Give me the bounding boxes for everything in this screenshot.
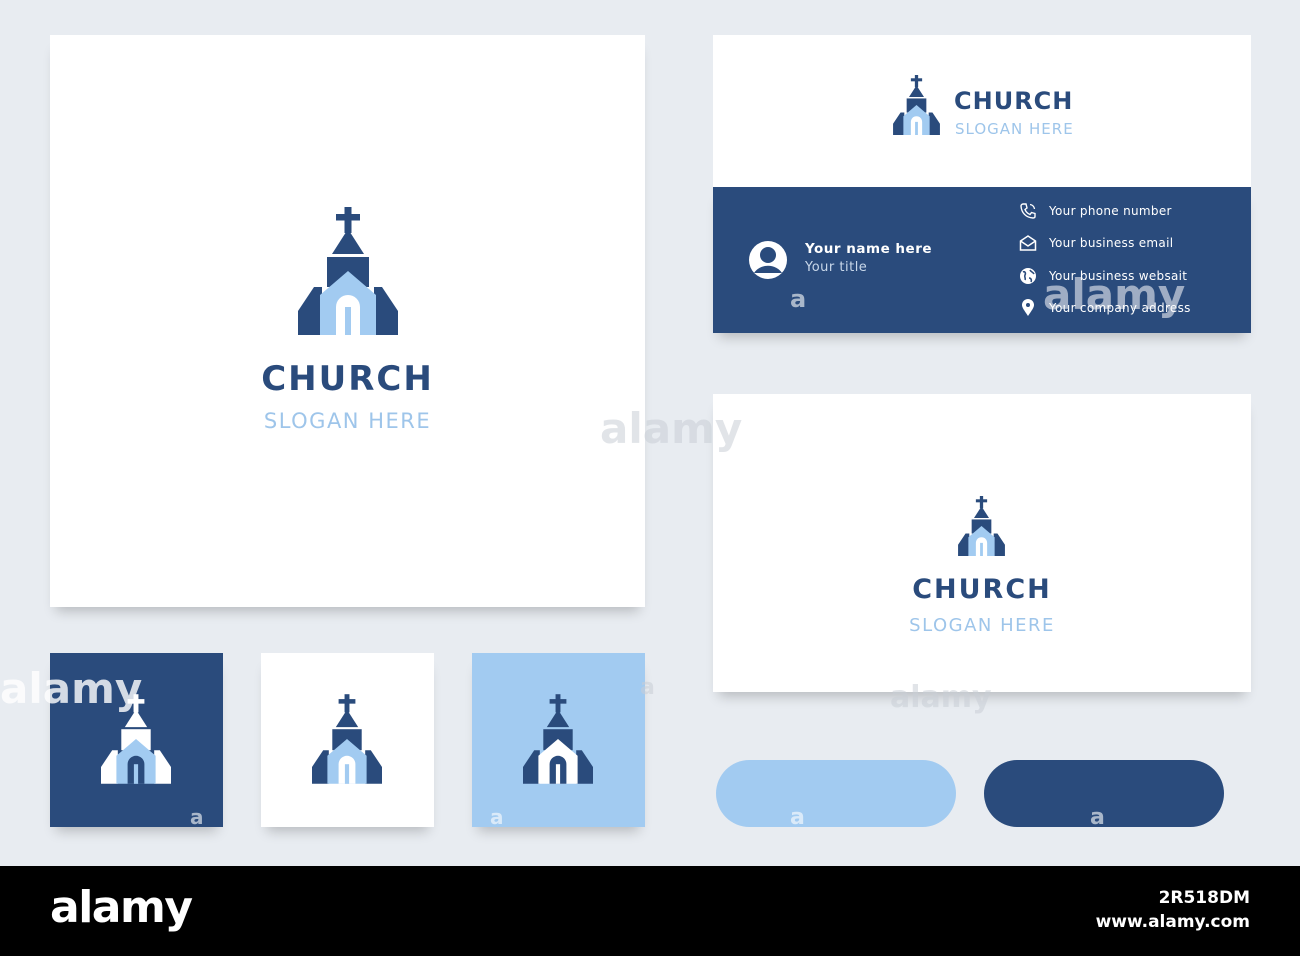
church-logo-icon: [958, 496, 1005, 556]
footer-logo: alamy: [50, 882, 193, 933]
watermark: alamy: [600, 404, 743, 453]
email-icon: [1018, 234, 1038, 252]
main-logo-card: CHURCH SLOGAN HERE: [50, 35, 645, 607]
watermark-mark: a: [1090, 805, 1105, 830]
avatar-icon: [749, 241, 787, 279]
logo-variant-white: [261, 653, 434, 827]
brand-slogan: SLOGAN HERE: [909, 615, 1055, 636]
phone-icon: [1018, 202, 1038, 220]
church-logo-icon: [893, 75, 940, 135]
brand-slogan: SLOGAN HERE: [263, 409, 432, 433]
watermark-mark: a: [790, 805, 805, 830]
contact-phone-label: Your phone number: [1049, 204, 1172, 218]
color-swatch-light-blue: [716, 760, 956, 827]
contact-email-label: Your business email: [1049, 236, 1174, 250]
person-name: Your name here: [805, 241, 933, 257]
business-card-back: CHURCH SLOGAN HERE: [713, 394, 1251, 692]
watermark: alamy: [0, 664, 143, 713]
logo-variant-light: [472, 653, 645, 827]
footer-site: www.alamy.com: [1095, 912, 1250, 932]
brand-name: CHURCH: [912, 574, 1052, 605]
globe-icon: [1018, 267, 1038, 285]
watermark-mark: a: [790, 285, 807, 313]
watermark-mark: a: [490, 805, 504, 829]
brand-name: CHURCH: [261, 359, 434, 399]
brand-name: CHURCH: [954, 87, 1074, 115]
contact-phone: Your phone number: [1018, 202, 1172, 220]
church-logo-icon: [523, 694, 593, 784]
watermark-mark: a: [190, 805, 204, 829]
footer-image-id: 2R518DM: [1158, 888, 1250, 908]
business-card-front: CHURCH SLOGAN HERE: [713, 35, 1251, 187]
watermark-mark: a: [640, 675, 655, 700]
watermark: alamy: [890, 680, 992, 715]
brand-slogan: SLOGAN HERE: [955, 120, 1074, 138]
watermark: alamy: [1043, 270, 1186, 319]
contact-email: Your business email: [1018, 234, 1173, 252]
location-pin-icon: [1018, 299, 1038, 317]
person-title: Your title: [805, 260, 868, 275]
church-logo-icon: [312, 694, 382, 784]
footer-bar: alamy 2R518DM www.alamy.com: [0, 866, 1300, 956]
church-logo-icon: [298, 207, 398, 335]
